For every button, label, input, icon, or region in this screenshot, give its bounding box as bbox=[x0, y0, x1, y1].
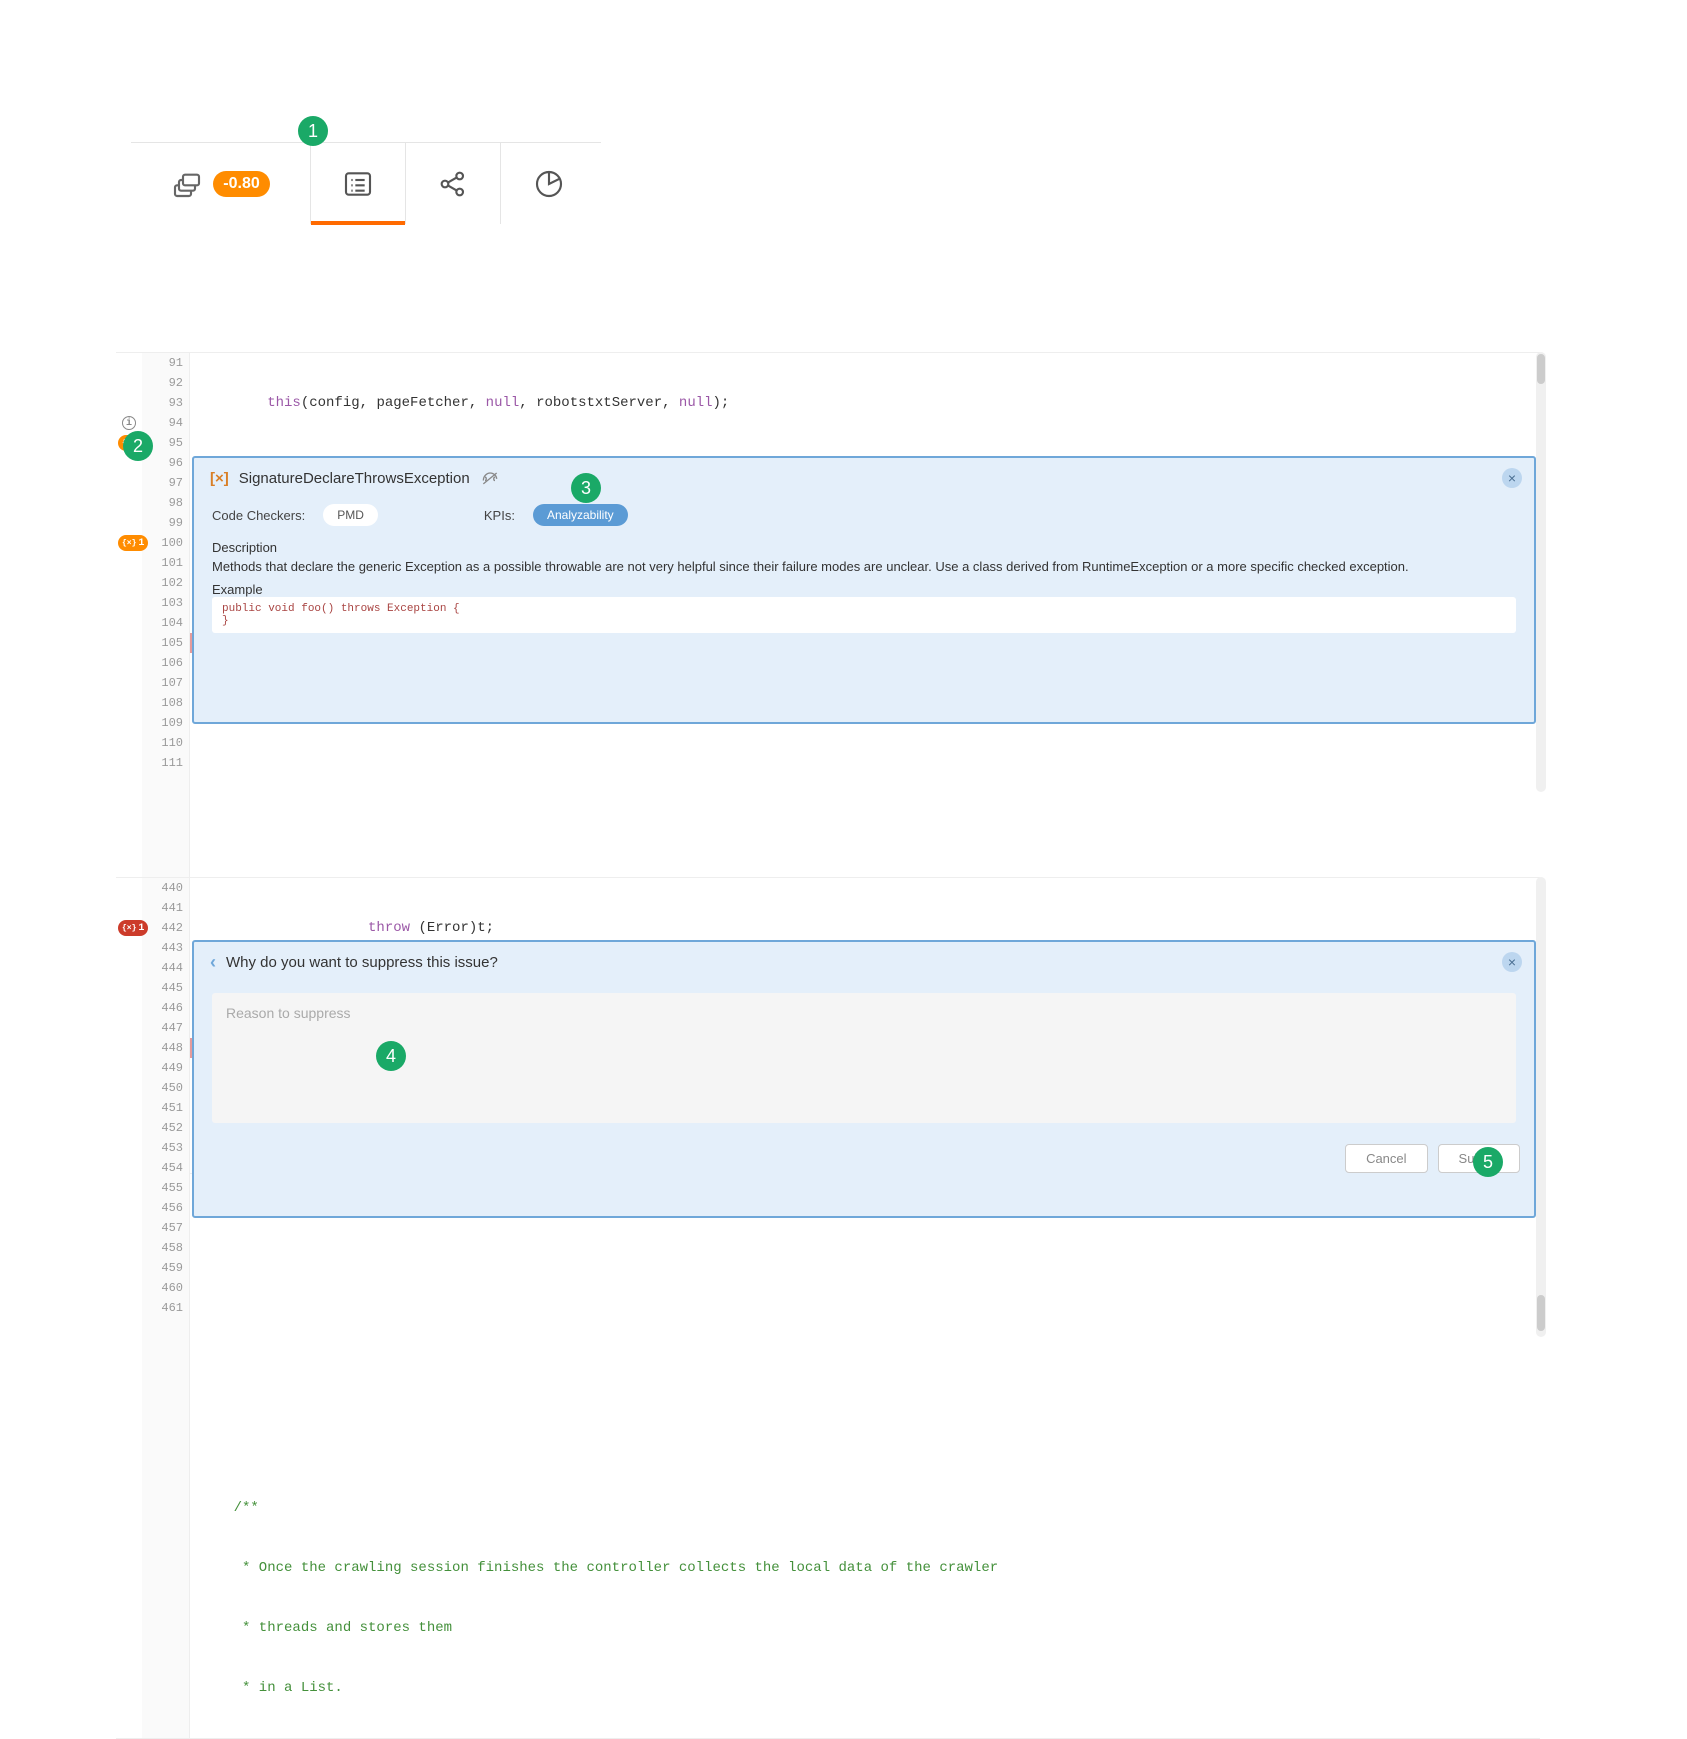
pie-icon bbox=[533, 168, 565, 200]
cancel-button[interactable]: Cancel bbox=[1345, 1144, 1427, 1173]
kpis-label: KPIs: bbox=[484, 508, 515, 523]
suppress-question: Why do you want to suppress this issue? bbox=[226, 954, 498, 971]
issue-count-badge[interactable]: {×}1 bbox=[118, 920, 148, 936]
close-icon[interactable]: × bbox=[1502, 468, 1522, 488]
description-label: Description bbox=[212, 540, 1516, 555]
suppress-icon[interactable] bbox=[480, 468, 500, 488]
annotation-circle-4: 4 bbox=[376, 1041, 406, 1071]
score-badge: -0.80 bbox=[213, 171, 269, 197]
description-text: Methods that declare the generic Excepti… bbox=[212, 559, 1516, 574]
code-checker-chip[interactable]: PMD bbox=[323, 504, 378, 526]
close-icon[interactable]: × bbox=[1502, 952, 1522, 972]
example-code: public void foo() throws Exception { } bbox=[212, 597, 1516, 633]
tab-files[interactable]: -0.80 bbox=[131, 143, 311, 224]
stack-icon bbox=[171, 168, 203, 200]
example-label: Example bbox=[212, 582, 1516, 597]
line-number-gutter: 440441442443444 445446447448449 45045145… bbox=[142, 878, 190, 1738]
tab-metrics[interactable] bbox=[501, 143, 596, 224]
annotation-circle-1: 1 bbox=[298, 116, 328, 146]
tab-dependencies[interactable] bbox=[406, 143, 501, 224]
code-checkers-label: Code Checkers: bbox=[212, 508, 305, 523]
kpi-chip[interactable]: Analyzability bbox=[533, 504, 628, 526]
tab-issues-list[interactable] bbox=[311, 143, 406, 224]
suppress-reason-input[interactable] bbox=[212, 993, 1516, 1123]
suppress-panel: ‹ Why do you want to suppress this issue… bbox=[192, 940, 1536, 1218]
issue-detail-panel: [×] SignatureDeclareThrowsException × Co… bbox=[192, 456, 1536, 724]
back-chevron-icon[interactable]: ‹ bbox=[210, 952, 216, 973]
info-icon[interactable]: i bbox=[122, 416, 136, 430]
annotation-circle-5: 5 bbox=[1473, 1147, 1503, 1177]
issue-marker-icon: [×] bbox=[210, 470, 229, 487]
issue-count-badge[interactable]: {×}1 bbox=[118, 535, 148, 551]
annotation-circle-3: 3 bbox=[571, 473, 601, 503]
toolbar: -0.80 bbox=[131, 142, 601, 224]
issue-badge-gutter: {×}1 bbox=[116, 878, 142, 1738]
graph-icon bbox=[437, 168, 469, 200]
issue-title: SignatureDeclareThrowsException bbox=[239, 470, 470, 487]
annotation-circle-2: 2 bbox=[123, 431, 153, 461]
vertical-scrollbar[interactable] bbox=[1536, 877, 1546, 1337]
list-icon bbox=[342, 168, 374, 200]
vertical-scrollbar[interactable] bbox=[1536, 352, 1546, 792]
